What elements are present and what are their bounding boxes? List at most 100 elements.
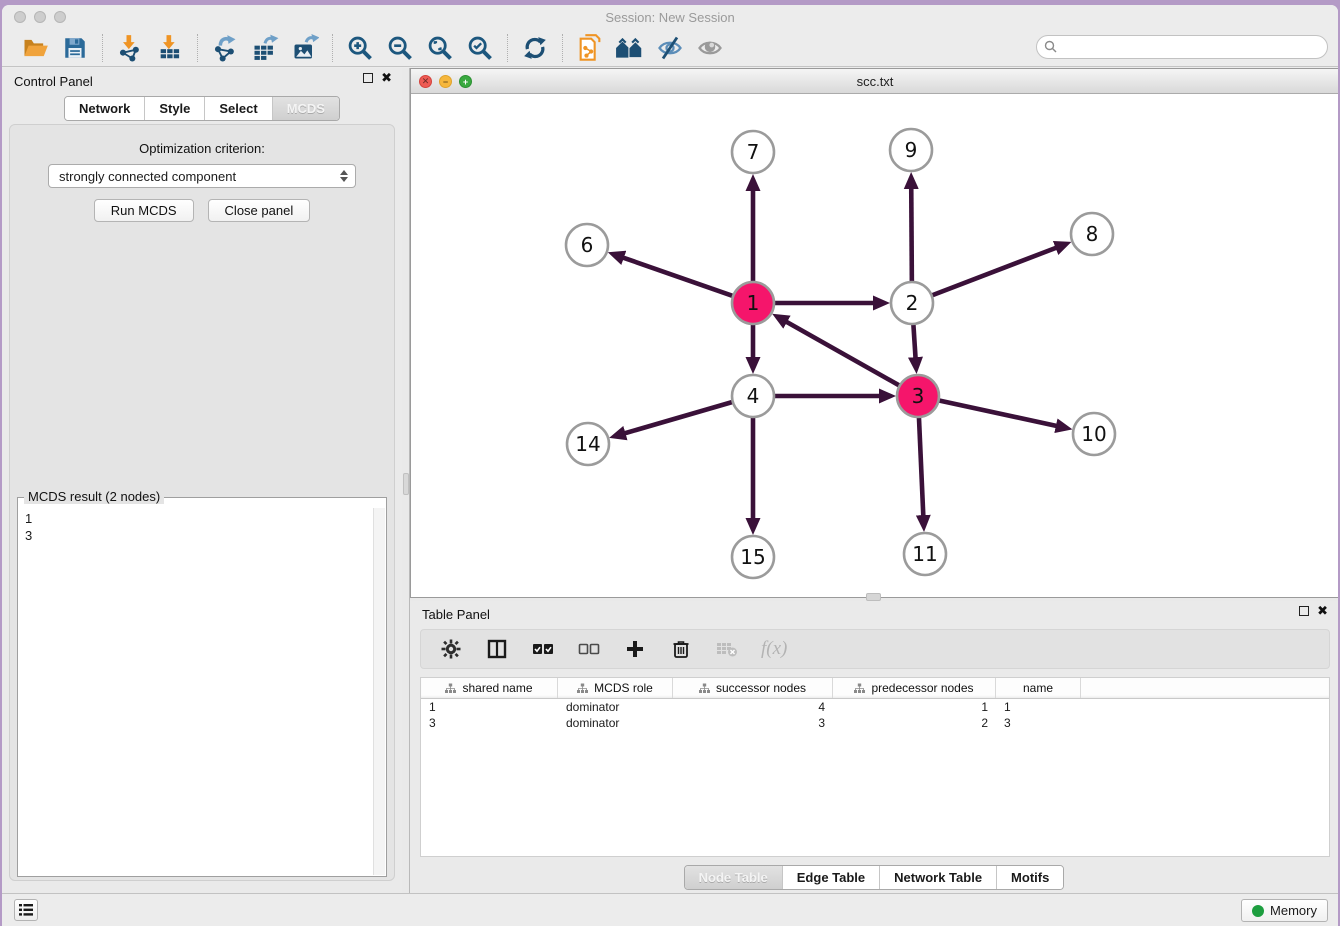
result-scrollbar[interactable] [373,508,385,875]
table-cell[interactable]: 2 [833,716,996,730]
graph-node-3[interactable]: 3 [897,375,939,417]
tab-network-table[interactable]: Network Table [880,866,997,889]
import-network-icon[interactable] [115,33,145,63]
zoom-in-icon[interactable] [345,33,375,63]
first-neighbors-icon[interactable] [615,33,645,63]
mcds-result-line: 3 [25,527,373,544]
graph-edge-2-9[interactable] [911,188,912,282]
graph-edge-3-10[interactable] [939,400,1057,426]
graph-node-15[interactable]: 15 [732,536,774,578]
optimization-criterion-select[interactable]: strongly connected component [48,164,356,188]
task-history-button[interactable] [14,899,38,921]
select-arrows-icon [337,170,351,182]
tab-mcds[interactable]: MCDS [273,97,339,120]
close-panel-button[interactable]: Close panel [208,199,311,222]
graph-svg[interactable]: 7 9 6 8 1 2 4 3 14 10 15 11 [411,94,1338,597]
optimization-criterion-label: Optimization criterion: [10,141,394,156]
tab-motifs[interactable]: Motifs [997,866,1063,889]
graph-edge-2-8[interactable] [932,248,1057,296]
search-input[interactable] [1059,38,1327,56]
graph-node-9[interactable]: 9 [890,129,932,171]
zoom-fit-icon[interactable] [425,33,455,63]
show-all-icon[interactable] [695,33,725,63]
column-header-predecessor-nodes[interactable]: predecessor nodes [833,678,996,698]
svg-text:14: 14 [575,432,600,456]
show-columns-icon[interactable] [485,637,509,661]
graph-node-1[interactable]: 1 [732,282,774,324]
graph-node-10[interactable]: 10 [1073,413,1115,455]
graph-edge-2-3[interactable] [913,324,915,358]
open-file-icon[interactable] [20,33,50,63]
table-cell[interactable]: dominator [558,716,673,730]
table-cell[interactable]: 1 [421,700,558,714]
graph-edge-3-1[interactable] [786,322,900,386]
delete-table-icon-disabled [715,637,739,661]
table-cell[interactable]: 3 [673,716,833,730]
graph-node-6[interactable]: 6 [566,224,608,266]
table-cell[interactable]: 3 [421,716,558,730]
graph-node-4[interactable]: 4 [732,375,774,417]
graph-edge-1-6[interactable] [623,258,733,297]
function-builder-icon-disabled: f(x) [761,638,787,660]
zoom-selected-icon[interactable] [465,33,495,63]
graph-node-14[interactable]: 14 [567,423,609,465]
control-panel-title: Control Panel [14,74,93,89]
table-float-panel-icon[interactable] [1299,606,1309,616]
hide-selected-icon[interactable] [655,33,685,63]
run-mcds-button[interactable]: Run MCDS [94,199,194,222]
graph-node-8[interactable]: 8 [1071,213,1113,255]
vertical-splitter-handle[interactable] [403,473,409,495]
column-header-name[interactable]: name [996,678,1081,698]
table-cell[interactable]: 1 [996,700,1081,714]
graph-node-7[interactable]: 7 [732,131,774,173]
export-image-icon[interactable] [290,33,320,63]
network-canvas[interactable]: 7 9 6 8 1 2 4 3 14 10 15 11 [411,94,1338,597]
sort-hierarchy-icon [577,683,588,694]
clone-network-icon[interactable] [575,33,605,63]
status-bar: Memory [2,893,1338,926]
unselect-all-columns-icon[interactable] [577,637,601,661]
sort-hierarchy-icon [854,683,865,694]
column-header-successor-nodes[interactable]: successor nodes [673,678,833,698]
table-settings-gear-icon[interactable] [439,637,463,661]
tab-style[interactable]: Style [145,97,205,120]
zoom-out-icon[interactable] [385,33,415,63]
graph-node-11[interactable]: 11 [904,533,946,575]
node-table: shared nameMCDS rolesuccessor nodesprede… [420,677,1330,857]
table-cell[interactable]: dominator [558,700,673,714]
export-table-icon[interactable] [250,33,280,63]
delete-column-trash-icon[interactable] [669,637,693,661]
graph-edge-3-11[interactable] [919,417,923,516]
horizontal-splitter-handle[interactable] [866,593,881,601]
table-row[interactable]: 3dominator323 [421,715,1329,731]
table-close-panel-icon[interactable]: ✖ [1317,606,1328,616]
create-column-icon[interactable] [623,637,647,661]
table-cell[interactable]: 3 [996,716,1081,730]
network-window-titlebar[interactable]: ✕ − + scc.txt [411,69,1338,94]
float-panel-icon[interactable] [363,73,373,83]
graph-node-2[interactable]: 2 [891,282,933,324]
select-all-columns-icon[interactable] [531,637,555,661]
column-header-MCDS-role[interactable]: MCDS role [558,678,673,698]
column-header-shared-name[interactable]: shared name [421,678,558,698]
graph-edge-4-14[interactable] [624,402,732,434]
table-row[interactable]: 1dominator411 [421,699,1329,715]
memory-button[interactable]: Memory [1241,899,1328,922]
tab-edge-table[interactable]: Edge Table [783,866,880,889]
vertical-splitter[interactable] [402,68,410,893]
refresh-icon[interactable] [520,33,550,63]
table-cell[interactable]: 4 [673,700,833,714]
tab-select[interactable]: Select [205,97,272,120]
tab-network[interactable]: Network [65,97,145,120]
import-table-icon[interactable] [155,33,185,63]
svg-text:7: 7 [747,140,760,164]
export-network-icon[interactable] [210,33,240,63]
save-session-icon[interactable] [60,33,90,63]
mcds-result-list[interactable]: 13 [19,508,373,875]
table-cell[interactable]: 1 [833,700,996,714]
table-toolbar: f(x) [420,629,1330,669]
search-box[interactable] [1036,35,1328,59]
mcds-result-line: 1 [25,510,373,527]
close-panel-icon[interactable]: ✖ [381,73,392,83]
tab-node-table[interactable]: Node Table [685,866,783,889]
